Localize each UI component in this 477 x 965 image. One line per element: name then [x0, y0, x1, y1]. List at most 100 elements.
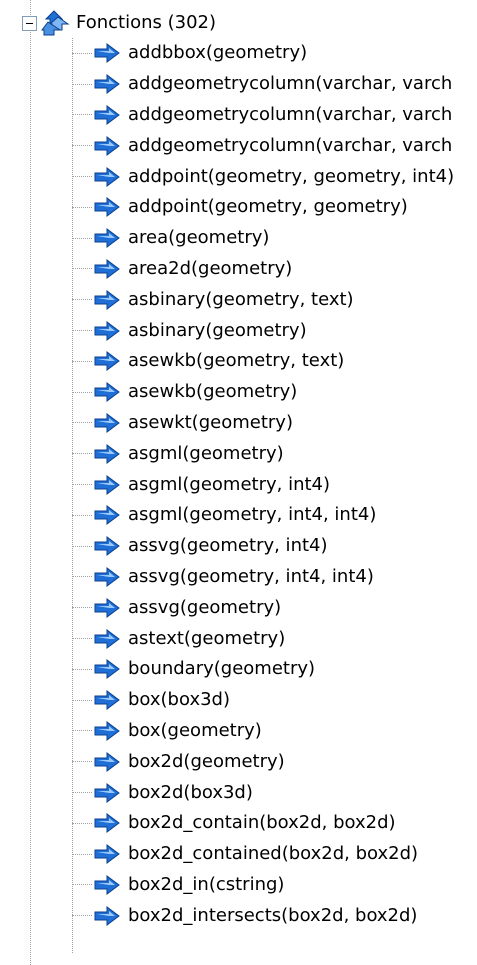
function-label: asgml(geometry) — [128, 442, 284, 464]
function-arrow-icon — [94, 720, 120, 741]
tree-branch-connector — [72, 792, 92, 794]
tree-node-function[interactable]: box2d_contain(box2d, box2d) — [72, 808, 477, 839]
tree-branch-connector — [72, 453, 92, 455]
tree-node-function[interactable]: addbbox(geometry) — [72, 38, 477, 69]
tree-branch-connector — [72, 52, 92, 54]
tree-node-function[interactable]: addpoint(geometry, geometry, int4) — [72, 161, 477, 192]
tree-branch-connector — [72, 360, 92, 362]
tree-node-function[interactable]: box(geometry) — [72, 716, 477, 747]
tree-branch-connector — [72, 884, 92, 886]
function-label: addgeometrycolumn(varchar, varch — [128, 73, 453, 95]
tree-branch-connector — [72, 145, 92, 147]
tree-node-function[interactable]: asgml(geometry) — [72, 438, 477, 469]
tree-branch-connector — [72, 422, 92, 424]
function-label: addgeometrycolumn(varchar, varch — [128, 134, 453, 156]
tree-node-function[interactable]: astext(geometry) — [72, 623, 477, 654]
function-label: assvg(geometry, int4) — [128, 535, 328, 557]
function-label: asbinary(geometry, text) — [128, 288, 354, 310]
tree-node-function[interactable]: addpoint(geometry, geometry) — [72, 192, 477, 223]
tree-node-function[interactable]: box2d_intersects(box2d, box2d) — [72, 900, 477, 931]
tree-connector-line — [30, 0, 31, 965]
function-label: asewkb(geometry) — [128, 381, 298, 403]
tree-node-function[interactable]: addgeometrycolumn(varchar, varch — [72, 100, 477, 131]
function-arrow-icon — [94, 228, 120, 249]
tree-branch-connector — [72, 607, 92, 609]
tree-branch-connector — [72, 114, 92, 116]
collapse-icon[interactable] — [22, 15, 37, 31]
function-label: area2d(geometry) — [128, 257, 293, 279]
function-label: boundary(geometry) — [128, 658, 316, 680]
function-label: assvg(geometry, int4, int4) — [128, 565, 374, 587]
function-arrow-icon — [94, 536, 120, 557]
tree-node-function[interactable]: boundary(geometry) — [72, 654, 477, 685]
tree-node-function[interactable]: asgml(geometry, int4) — [72, 469, 477, 500]
function-arrow-icon — [94, 289, 120, 310]
tree-node-function[interactable]: box2d_in(cstring) — [72, 870, 477, 901]
function-label: asgml(geometry, int4) — [128, 473, 331, 495]
function-arrow-icon — [94, 197, 120, 218]
tree-branch-connector — [72, 915, 92, 917]
tree-node-label: Fonctions (302) — [76, 12, 217, 33]
tree-node-function[interactable]: asbinary(geometry, text) — [72, 284, 477, 315]
tree-node-functions[interactable]: Fonctions (302) — [22, 8, 216, 38]
function-label: box(box3d) — [128, 689, 230, 711]
function-arrow-icon — [94, 74, 120, 95]
tree-node-function[interactable]: box2d(geometry) — [72, 746, 477, 777]
function-label: asgml(geometry, int4, int4) — [128, 504, 377, 526]
function-label: box2d_contain(box2d, box2d) — [128, 812, 396, 834]
function-list: addbbox(geometry) addgeometrycolumn(varc… — [72, 38, 477, 931]
tree-node-function[interactable]: assvg(geometry) — [72, 592, 477, 623]
tree-branch-connector — [72, 83, 92, 85]
tree-branch-connector — [72, 668, 92, 670]
function-label: box(geometry) — [128, 719, 262, 741]
function-label: box2d_in(cstring) — [128, 873, 285, 895]
tree-node-function[interactable]: asbinary(geometry) — [72, 315, 477, 346]
tree-node-function[interactable]: box2d(box3d) — [72, 777, 477, 808]
function-arrow-icon — [94, 905, 120, 926]
tree-node-function[interactable]: assvg(geometry, int4) — [72, 531, 477, 562]
function-label: addpoint(geometry, geometry, int4) — [128, 165, 455, 187]
function-arrow-icon — [94, 751, 120, 772]
tree-node-function[interactable]: addgeometrycolumn(varchar, varch — [72, 69, 477, 100]
tree-branch-connector — [72, 514, 92, 516]
function-arrow-icon — [94, 597, 120, 618]
tree-node-function[interactable]: asgml(geometry, int4, int4) — [72, 500, 477, 531]
function-arrow-icon — [94, 474, 120, 495]
function-arrow-icon — [94, 320, 120, 341]
function-label: addpoint(geometry, geometry) — [128, 196, 408, 218]
function-arrow-icon — [94, 813, 120, 834]
tree-branch-connector — [72, 206, 92, 208]
function-arrow-icon — [94, 505, 120, 526]
tree-branch-connector — [72, 761, 92, 763]
function-label: astext(geometry) — [128, 627, 286, 649]
tree-node-function[interactable]: box(box3d) — [72, 685, 477, 716]
function-label: box2d_intersects(box2d, box2d) — [128, 904, 418, 926]
functions-folder-icon — [41, 10, 70, 36]
tree-branch-connector — [72, 391, 92, 393]
function-arrow-icon — [94, 690, 120, 711]
tree-branch-connector — [72, 484, 92, 486]
tree-node-function[interactable]: area(geometry) — [72, 223, 477, 254]
tree-node-function[interactable]: addgeometrycolumn(varchar, varch — [72, 130, 477, 161]
function-arrow-icon — [94, 258, 120, 279]
tree-node-function[interactable]: asewkb(geometry) — [72, 377, 477, 408]
tree-node-function[interactable]: assvg(geometry, int4, int4) — [72, 562, 477, 593]
tree-branch-connector — [72, 237, 92, 239]
function-arrow-icon — [94, 104, 120, 125]
function-label: asbinary(geometry) — [128, 319, 307, 341]
tree-node-function[interactable]: box2d_contained(box2d, box2d) — [72, 839, 477, 870]
tree-branch-connector — [72, 268, 92, 270]
tree-branch-connector — [72, 853, 92, 855]
tree-node-function[interactable]: asewkb(geometry, text) — [72, 346, 477, 377]
function-label: asewkb(geometry, text) — [128, 350, 345, 372]
tree-node-function[interactable]: area2d(geometry) — [72, 254, 477, 285]
function-arrow-icon — [94, 844, 120, 865]
tree-node-function[interactable]: asewkt(geometry) — [72, 408, 477, 439]
function-arrow-icon — [94, 351, 120, 372]
function-label: assvg(geometry) — [128, 596, 282, 618]
function-arrow-icon — [94, 566, 120, 587]
function-arrow-icon — [94, 166, 120, 187]
tree-branch-connector — [72, 576, 92, 578]
tree-branch-connector — [72, 638, 92, 640]
function-arrow-icon — [94, 782, 120, 803]
